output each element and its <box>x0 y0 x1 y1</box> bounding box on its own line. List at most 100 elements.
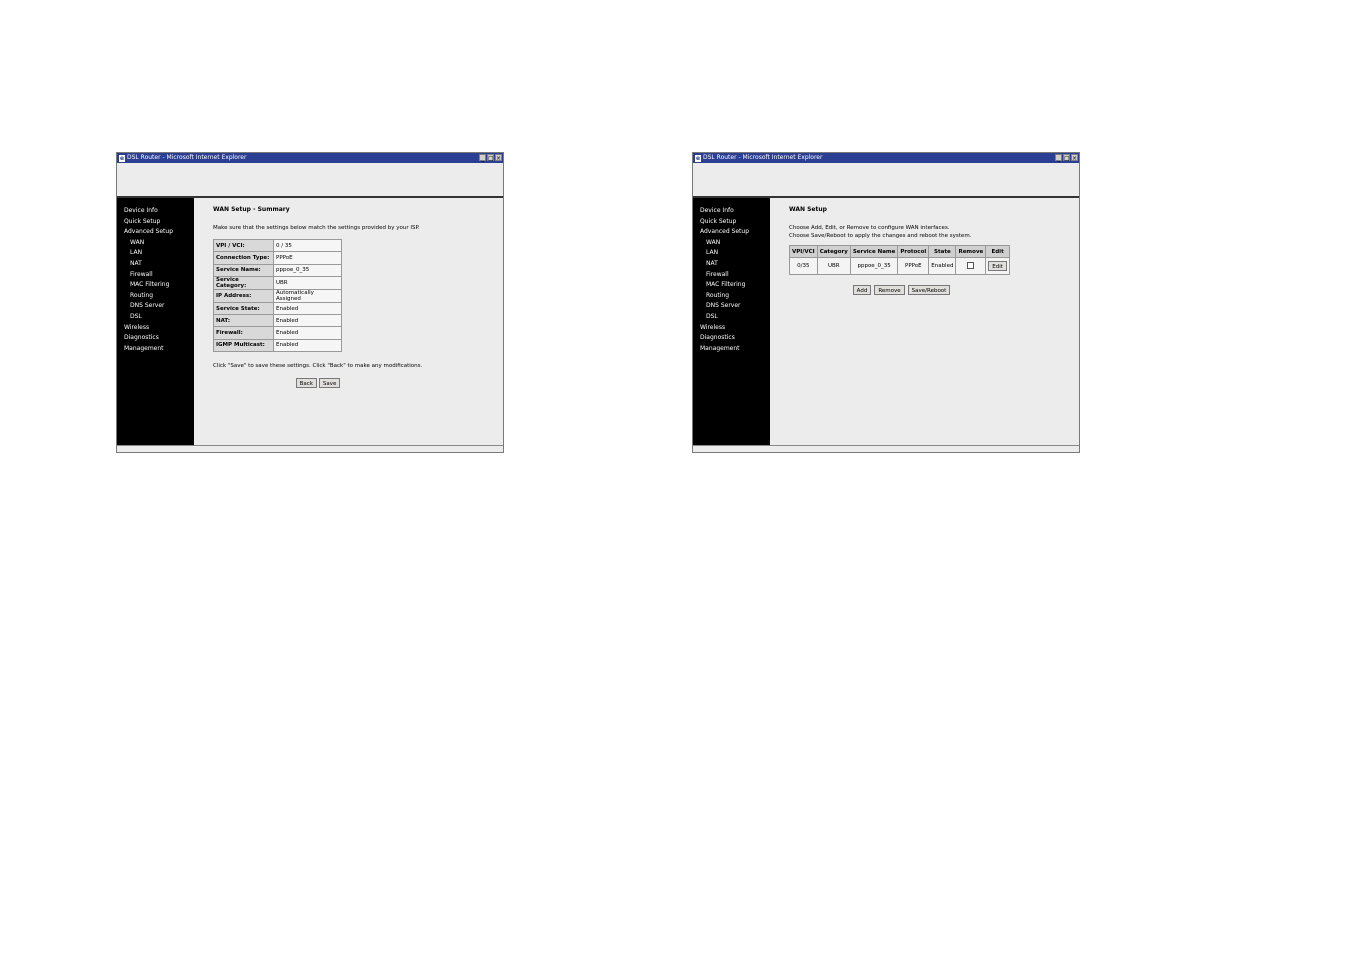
status-bar <box>693 445 1079 452</box>
sidebar-item-dns-server[interactable]: DNS Server <box>693 301 770 312</box>
summary-label: NAT: <box>213 314 274 328</box>
column-header: State <box>928 245 957 258</box>
table-row: Firewall: Enabled <box>213 326 342 340</box>
save-button[interactable]: Save <box>318 378 341 389</box>
summary-label: Service Name: <box>213 263 274 277</box>
summary-label: VPI / VCI: <box>213 238 274 253</box>
browser-window-summary: e DSL Router - Microsoft Internet Explor… <box>116 152 504 453</box>
sidebar-item-wireless[interactable]: Wireless <box>693 323 770 334</box>
summary-label: IGMP Multicast: <box>213 338 274 353</box>
title-bar[interactable]: e DSL Router - Microsoft Internet Explor… <box>117 153 503 163</box>
summary-label: Connection Type: <box>213 251 274 265</box>
summary-value: Enabled <box>273 338 342 353</box>
sidebar-item-device-info[interactable]: Device Info <box>117 206 194 217</box>
window-title: DSL Router - Microsoft Internet Explorer <box>127 154 247 161</box>
cell-remove <box>955 257 987 275</box>
cell-vpi-vci: 0/35 <box>789 257 818 275</box>
page-title: WAN Setup - Summary <box>213 206 290 213</box>
summary-value: Automatically Assigned <box>273 288 342 303</box>
summary-value: Enabled <box>273 301 342 316</box>
summary-value: Enabled <box>273 314 342 328</box>
sidebar-item-advanced-setup[interactable]: Advanced Setup <box>117 227 194 238</box>
cell-protocol: PPPoE <box>897 257 930 275</box>
sidebar-item-wireless[interactable]: Wireless <box>117 323 194 334</box>
sidebar-item-mac-filtering[interactable]: MAC Filtering <box>117 280 194 291</box>
table-row: Service Name: pppoe_0_35 <box>213 263 342 277</box>
summary-table: VPI / VCI: 0 / 35 Connection Type: PPPoE S… <box>213 238 342 353</box>
cell-service-name: pppoe_0_35 <box>849 257 899 275</box>
close-button[interactable]: × <box>495 154 502 162</box>
column-header: Category <box>816 245 851 258</box>
minimize-button[interactable]: _ <box>479 154 486 162</box>
title-bar[interactable]: e DSL Router - Microsoft Internet Explor… <box>693 153 1079 163</box>
sidebar-nav: Device Info Quick Setup Advanced Setup W… <box>117 198 194 446</box>
sidebar-item-quick-setup[interactable]: Quick Setup <box>117 217 194 228</box>
footnote-text: Click "Save" to save these settings. Cli… <box>213 363 423 370</box>
intro-text: Choose Add, Edit, or Remove to configure… <box>789 224 1079 240</box>
main-content: WAN Setup Choose Add, Edit, or Remove to… <box>770 198 1079 446</box>
sidebar-item-advanced-setup[interactable]: Advanced Setup <box>693 227 770 238</box>
summary-label: Service State: <box>213 301 274 316</box>
sidebar-item-diagnostics[interactable]: Diagnostics <box>117 333 194 344</box>
sidebar-item-nat[interactable]: NAT <box>117 259 194 270</box>
ie-icon: e <box>119 154 125 162</box>
sidebar-item-management[interactable]: Management <box>117 344 194 355</box>
column-header: Edit <box>985 245 1010 258</box>
sidebar-item-quick-setup[interactable]: Quick Setup <box>693 217 770 228</box>
sidebar-item-dsl[interactable]: DSL <box>693 312 770 323</box>
table-row: Connection Type: PPPoE <box>213 251 342 265</box>
main-content: WAN Setup - Summary Make sure that the s… <box>194 198 503 446</box>
cell-edit: Edit <box>985 257 1010 275</box>
sidebar-item-dsl[interactable]: DSL <box>117 312 194 323</box>
sidebar-nav: Device Info Quick Setup Advanced Setup W… <box>693 198 770 446</box>
wan-interfaces-table: VPI/VCI Category Service Name Protocol S… <box>789 245 1010 275</box>
intro-line: Choose Save/Reboot to apply the changes … <box>789 233 972 239</box>
table-row: IGMP Multicast: Enabled <box>213 338 342 353</box>
summary-label: IP Address: <box>213 288 274 303</box>
browser-window-wan-setup: e DSL Router - Microsoft Internet Explor… <box>692 152 1080 453</box>
summary-label: Service Category: <box>213 275 274 290</box>
sidebar-item-device-info[interactable]: Device Info <box>693 206 770 217</box>
window-title: DSL Router - Microsoft Internet Explorer <box>703 154 823 161</box>
intro-line: Choose Add, Edit, or Remove to configure… <box>789 225 950 231</box>
summary-label: Firewall: <box>213 326 274 340</box>
sidebar-item-dns-server[interactable]: DNS Server <box>117 301 194 312</box>
cell-category: UBR <box>816 257 851 275</box>
maximize-button[interactable]: □ <box>1063 154 1070 162</box>
table-row: 0/35 UBR pppoe_0_35 PPPoE Enabled Edit <box>789 257 1010 275</box>
remove-checkbox[interactable] <box>967 261 975 269</box>
edit-button[interactable]: Edit <box>988 261 1007 271</box>
sidebar-item-wan[interactable]: WAN <box>693 238 770 249</box>
column-header: Service Name <box>849 245 899 258</box>
back-button[interactable]: Back <box>295 378 317 389</box>
summary-value: PPPoE <box>273 251 342 265</box>
summary-value: Enabled <box>273 326 342 340</box>
close-button[interactable]: × <box>1071 154 1078 162</box>
table-row: NAT: Enabled <box>213 314 342 328</box>
status-bar <box>117 445 503 452</box>
sidebar-item-firewall[interactable]: Firewall <box>117 270 194 281</box>
column-header: Remove <box>955 245 987 258</box>
sidebar-item-nat[interactable]: NAT <box>693 259 770 270</box>
sidebar-item-firewall[interactable]: Firewall <box>693 270 770 281</box>
table-header-row: VPI/VCI Category Service Name Protocol S… <box>789 245 1010 258</box>
router-banner <box>693 163 1079 198</box>
sidebar-item-wan[interactable]: WAN <box>117 238 194 249</box>
sidebar-item-diagnostics[interactable]: Diagnostics <box>693 333 770 344</box>
add-button[interactable]: Add <box>852 285 872 295</box>
sidebar-item-mac-filtering[interactable]: MAC Filtering <box>693 280 770 291</box>
sidebar-item-lan[interactable]: LAN <box>117 248 194 259</box>
maximize-button[interactable]: □ <box>487 154 494 162</box>
cell-state: Enabled <box>928 257 957 275</box>
intro-text: Make sure that the settings below match … <box>213 225 420 231</box>
remove-button[interactable]: Remove <box>874 285 905 295</box>
sidebar-item-routing[interactable]: Routing <box>117 291 194 302</box>
minimize-button[interactable]: _ <box>1055 154 1062 162</box>
sidebar-item-management[interactable]: Management <box>693 344 770 355</box>
table-row: Service State: Enabled <box>213 301 342 316</box>
sidebar-item-lan[interactable]: LAN <box>693 248 770 259</box>
summary-value: UBR <box>273 275 342 290</box>
save-reboot-button[interactable]: Save/Reboot <box>907 285 951 295</box>
column-header: VPI/VCI <box>789 245 818 258</box>
sidebar-item-routing[interactable]: Routing <box>693 291 770 302</box>
